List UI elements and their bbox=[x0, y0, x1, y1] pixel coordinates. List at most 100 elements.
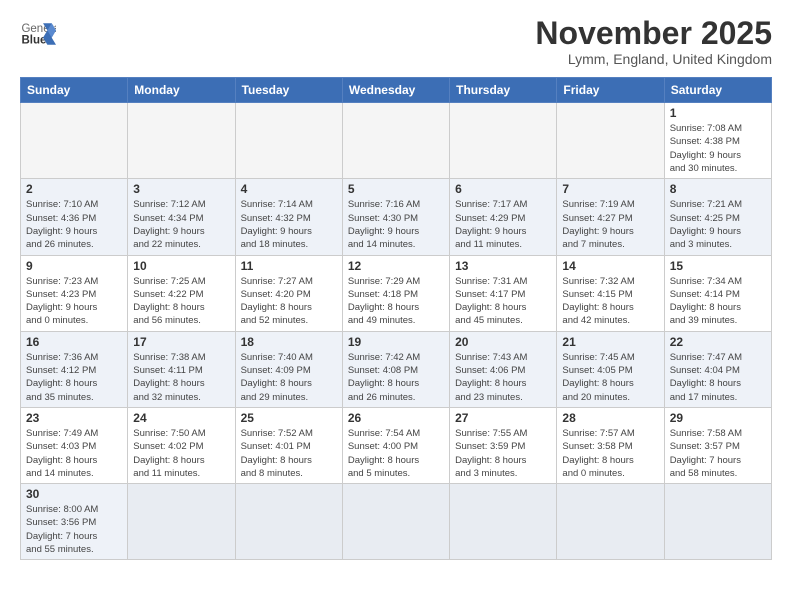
day-info: Sunrise: 7:25 AMSunset: 4:22 PMDaylight:… bbox=[133, 275, 229, 328]
day-number: 21 bbox=[562, 335, 658, 349]
logo: General Blue bbox=[20, 16, 56, 52]
day-info: Sunrise: 7:45 AMSunset: 4:05 PMDaylight:… bbox=[562, 351, 658, 404]
calendar-cell: 3 Sunrise: 7:12 AMSunset: 4:34 PMDaylight… bbox=[128, 179, 235, 255]
day-number: 19 bbox=[348, 335, 444, 349]
calendar-cell: 21 Sunrise: 7:45 AMSunset: 4:05 PMDayligh… bbox=[557, 331, 664, 407]
day-number: 22 bbox=[670, 335, 766, 349]
day-info: Sunrise: 7:17 AMSunset: 4:29 PMDaylight:… bbox=[455, 198, 551, 251]
calendar-cell: 23 Sunrise: 7:49 AMSunset: 4:03 PMDayligh… bbox=[21, 407, 128, 483]
calendar-cell: 19 Sunrise: 7:42 AMSunset: 4:08 PMDayligh… bbox=[342, 331, 449, 407]
day-info: Sunrise: 7:23 AMSunset: 4:23 PMDaylight:… bbox=[26, 275, 122, 328]
day-number: 28 bbox=[562, 411, 658, 425]
calendar-cell: 4Sunrise: 7:14 AMSunset: 4:32 PMDaylight… bbox=[235, 179, 342, 255]
day-info: Sunrise: 7:50 AMSunset: 4:02 PMDaylight:… bbox=[133, 427, 229, 480]
calendar-cell bbox=[664, 484, 771, 560]
calendar-cell bbox=[557, 103, 664, 179]
weekday-header-wednesday: Wednesday bbox=[342, 78, 449, 103]
day-info: Sunrise: 7:08 AMSunset: 4:38 PMDaylight:… bbox=[670, 122, 766, 175]
weekday-header-row: SundayMondayTuesdayWednesdayThursdayFrid… bbox=[21, 78, 772, 103]
calendar-cell: 7 Sunrise: 7:19 AMSunset: 4:27 PMDaylight… bbox=[557, 179, 664, 255]
calendar-cell bbox=[342, 103, 449, 179]
day-number: 3 bbox=[133, 182, 229, 196]
day-info: Sunrise: 7:10 AMSunset: 4:36 PMDaylight:… bbox=[26, 198, 122, 251]
calendar-week-row: 9 Sunrise: 7:23 AMSunset: 4:23 PMDaylight… bbox=[21, 255, 772, 331]
day-number: 6 bbox=[455, 182, 551, 196]
day-info: Sunrise: 7:29 AMSunset: 4:18 PMDaylight:… bbox=[348, 275, 444, 328]
weekday-header-sunday: Sunday bbox=[21, 78, 128, 103]
weekday-header-monday: Monday bbox=[128, 78, 235, 103]
month-title: November 2025 bbox=[535, 16, 772, 51]
day-info: Sunrise: 7:42 AMSunset: 4:08 PMDaylight:… bbox=[348, 351, 444, 404]
day-number: 5 bbox=[348, 182, 444, 196]
calendar-cell: 26 Sunrise: 7:54 AMSunset: 4:00 PMDayligh… bbox=[342, 407, 449, 483]
logo-icon: General Blue bbox=[20, 16, 56, 52]
calendar-cell bbox=[21, 103, 128, 179]
calendar-week-row: 2Sunrise: 7:10 AMSunset: 4:36 PMDaylight… bbox=[21, 179, 772, 255]
day-info: Sunrise: 7:19 AMSunset: 4:27 PMDaylight:… bbox=[562, 198, 658, 251]
day-number: 9 bbox=[26, 259, 122, 273]
title-area: November 2025 Lymm, England, United King… bbox=[535, 16, 772, 67]
day-number: 17 bbox=[133, 335, 229, 349]
calendar-cell: 25Sunrise: 7:52 AMSunset: 4:01 PMDayligh… bbox=[235, 407, 342, 483]
day-info: Sunrise: 7:38 AMSunset: 4:11 PMDaylight:… bbox=[133, 351, 229, 404]
calendar-cell: 20 Sunrise: 7:43 AMSunset: 4:06 PMDayligh… bbox=[450, 331, 557, 407]
weekday-header-saturday: Saturday bbox=[664, 78, 771, 103]
day-info: Sunrise: 7:49 AMSunset: 4:03 PMDaylight:… bbox=[26, 427, 122, 480]
day-number: 16 bbox=[26, 335, 122, 349]
calendar-cell bbox=[450, 484, 557, 560]
day-info: Sunrise: 8:00 AMSunset: 3:56 PMDaylight:… bbox=[26, 503, 122, 556]
day-number: 14 bbox=[562, 259, 658, 273]
day-info: Sunrise: 7:21 AMSunset: 4:25 PMDaylight:… bbox=[670, 198, 766, 251]
day-info: Sunrise: 7:14 AMSunset: 4:32 PMDaylight:… bbox=[241, 198, 337, 251]
day-number: 26 bbox=[348, 411, 444, 425]
day-info: Sunrise: 7:32 AMSunset: 4:15 PMDaylight:… bbox=[562, 275, 658, 328]
day-info: Sunrise: 7:55 AMSunset: 3:59 PMDaylight:… bbox=[455, 427, 551, 480]
day-info: Sunrise: 7:27 AMSunset: 4:20 PMDaylight:… bbox=[241, 275, 337, 328]
day-number: 29 bbox=[670, 411, 766, 425]
calendar-week-row: 30 Sunrise: 8:00 AMSunset: 3:56 PMDayligh… bbox=[21, 484, 772, 560]
day-info: Sunrise: 7:58 AMSunset: 3:57 PMDaylight:… bbox=[670, 427, 766, 480]
calendar-cell: 15 Sunrise: 7:34 AMSunset: 4:14 PMDayligh… bbox=[664, 255, 771, 331]
day-info: Sunrise: 7:34 AMSunset: 4:14 PMDaylight:… bbox=[670, 275, 766, 328]
day-number: 11 bbox=[241, 259, 337, 273]
calendar-cell: 5 Sunrise: 7:16 AMSunset: 4:30 PMDaylight… bbox=[342, 179, 449, 255]
day-number: 30 bbox=[26, 487, 122, 501]
weekday-header-tuesday: Tuesday bbox=[235, 78, 342, 103]
calendar-cell: 10Sunrise: 7:25 AMSunset: 4:22 PMDayligh… bbox=[128, 255, 235, 331]
day-info: Sunrise: 7:16 AMSunset: 4:30 PMDaylight:… bbox=[348, 198, 444, 251]
calendar-cell bbox=[450, 103, 557, 179]
calendar-cell bbox=[128, 484, 235, 560]
day-number: 23 bbox=[26, 411, 122, 425]
day-number: 27 bbox=[455, 411, 551, 425]
day-number: 12 bbox=[348, 259, 444, 273]
day-info: Sunrise: 7:54 AMSunset: 4:00 PMDaylight:… bbox=[348, 427, 444, 480]
day-info: Sunrise: 7:43 AMSunset: 4:06 PMDaylight:… bbox=[455, 351, 551, 404]
calendar-cell: 12 Sunrise: 7:29 AMSunset: 4:18 PMDayligh… bbox=[342, 255, 449, 331]
calendar-cell: 18Sunrise: 7:40 AMSunset: 4:09 PMDayligh… bbox=[235, 331, 342, 407]
calendar-cell: 17 Sunrise: 7:38 AMSunset: 4:11 PMDayligh… bbox=[128, 331, 235, 407]
day-number: 7 bbox=[562, 182, 658, 196]
day-info: Sunrise: 7:12 AMSunset: 4:34 PMDaylight:… bbox=[133, 198, 229, 251]
svg-text:Blue: Blue bbox=[21, 34, 47, 46]
day-info: Sunrise: 7:57 AMSunset: 3:58 PMDaylight:… bbox=[562, 427, 658, 480]
calendar-cell bbox=[128, 103, 235, 179]
calendar-cell: 11 Sunrise: 7:27 AMSunset: 4:20 PMDayligh… bbox=[235, 255, 342, 331]
calendar-week-row: 1Sunrise: 7:08 AMSunset: 4:38 PMDaylight… bbox=[21, 103, 772, 179]
calendar-cell: 22 Sunrise: 7:47 AMSunset: 4:04 PMDayligh… bbox=[664, 331, 771, 407]
calendar-week-row: 16Sunrise: 7:36 AMSunset: 4:12 PMDayligh… bbox=[21, 331, 772, 407]
calendar-cell bbox=[557, 484, 664, 560]
calendar-week-row: 23 Sunrise: 7:49 AMSunset: 4:03 PMDayligh… bbox=[21, 407, 772, 483]
day-number: 20 bbox=[455, 335, 551, 349]
day-info: Sunrise: 7:47 AMSunset: 4:04 PMDaylight:… bbox=[670, 351, 766, 404]
calendar-cell: 1Sunrise: 7:08 AMSunset: 4:38 PMDaylight… bbox=[664, 103, 771, 179]
day-number: 15 bbox=[670, 259, 766, 273]
weekday-header-thursday: Thursday bbox=[450, 78, 557, 103]
page: General Blue November 2025 Lymm, England… bbox=[0, 0, 792, 612]
calendar-cell: 16Sunrise: 7:36 AMSunset: 4:12 PMDayligh… bbox=[21, 331, 128, 407]
calendar-cell: 30 Sunrise: 8:00 AMSunset: 3:56 PMDayligh… bbox=[21, 484, 128, 560]
weekday-header-friday: Friday bbox=[557, 78, 664, 103]
day-number: 24 bbox=[133, 411, 229, 425]
day-number: 18 bbox=[241, 335, 337, 349]
calendar-cell: 8Sunrise: 7:21 AMSunset: 4:25 PMDaylight… bbox=[664, 179, 771, 255]
day-info: Sunrise: 7:31 AMSunset: 4:17 PMDaylight:… bbox=[455, 275, 551, 328]
